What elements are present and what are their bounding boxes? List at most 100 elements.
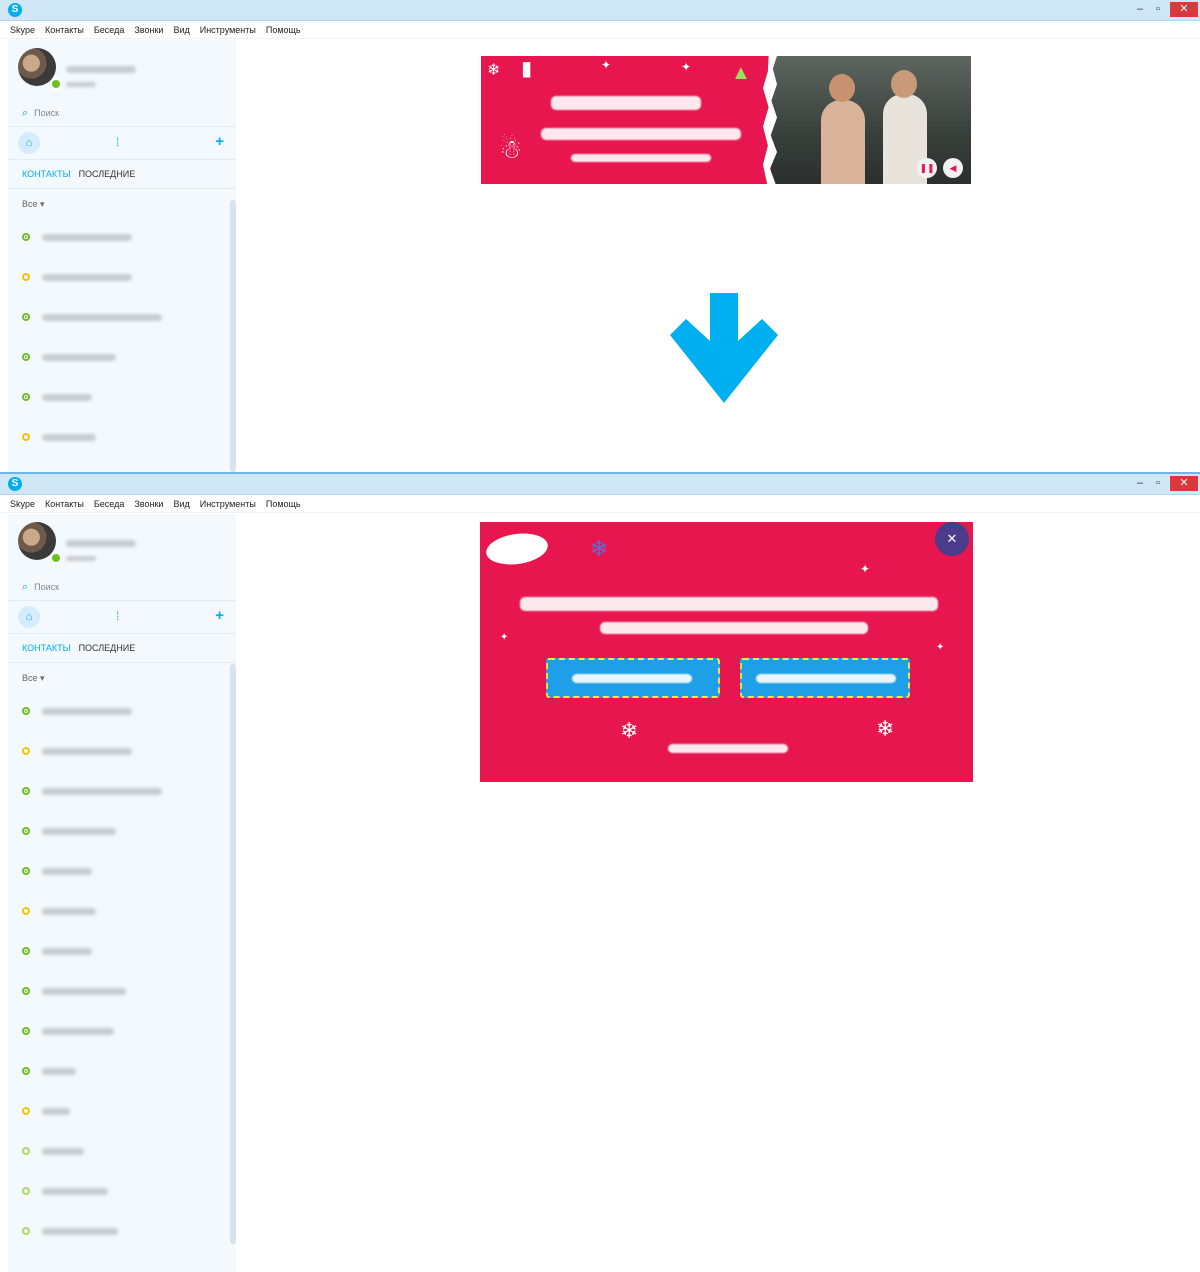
profile-header[interactable]: [8, 514, 236, 574]
menu-help[interactable]: Помощь: [266, 25, 301, 35]
dialpad-icon[interactable]: ⁞: [116, 609, 119, 623]
contact-name-blurred: [42, 1028, 114, 1035]
scrollbar[interactable]: [230, 200, 236, 472]
person-head: [829, 74, 855, 102]
status-online-icon: [22, 787, 30, 795]
contact-item[interactable]: [8, 1093, 236, 1133]
profile-status-blurred: [66, 556, 96, 561]
promo-secondary-button[interactable]: [740, 658, 910, 698]
contact-item[interactable]: [8, 299, 236, 339]
tab-recent[interactable]: ПОСЛЕДНИЕ: [79, 169, 136, 179]
contact-item[interactable]: [8, 733, 236, 773]
menu-skype[interactable]: Skype: [10, 25, 35, 35]
contact-item[interactable]: [8, 419, 236, 459]
maximize-button[interactable]: ▫: [1150, 2, 1166, 17]
status-away-icon: [22, 907, 30, 915]
menu-contacts[interactable]: Контакты: [45, 499, 84, 509]
arrow-down-icon: [670, 293, 778, 403]
tab-recent[interactable]: ПОСЛЕДНИЕ: [79, 643, 136, 653]
contact-item[interactable]: [8, 813, 236, 853]
contact-item[interactable]: [8, 339, 236, 379]
contact-item[interactable]: [8, 773, 236, 813]
close-button[interactable]: ✕: [1170, 2, 1198, 17]
greeting-text-scribble: [541, 128, 741, 140]
contact-item[interactable]: [8, 379, 236, 419]
contacts-filter-dropdown[interactable]: Все ▾: [8, 662, 236, 693]
status-online-icon: [22, 827, 30, 835]
home-icon[interactable]: ⌂: [18, 132, 40, 154]
contact-name-blurred: [42, 868, 92, 875]
contacts-filter-dropdown[interactable]: Все ▾: [8, 188, 236, 219]
contact-item[interactable]: [8, 1133, 236, 1173]
tab-contacts[interactable]: КОНТАКТЫ: [22, 169, 71, 179]
contact-item[interactable]: [8, 973, 236, 1013]
menu-contacts[interactable]: Контакты: [45, 25, 84, 35]
bottle-icon: ▮: [521, 58, 533, 80]
search-icon: ⌕: [22, 580, 29, 593]
menu-bar: Skype Контакты Беседа Звонки Вид Инструм…: [0, 495, 1200, 513]
contact-name-blurred: [42, 908, 96, 915]
menu-calls[interactable]: Звонки: [134, 25, 163, 35]
menu-calls[interactable]: Звонки: [134, 499, 163, 509]
contact-name-blurred: [42, 1108, 70, 1115]
status-offline-icon: [22, 1147, 30, 1155]
menu-help[interactable]: Помощь: [266, 499, 301, 509]
contact-name-blurred: [42, 1148, 84, 1155]
profile-header[interactable]: [8, 40, 236, 100]
contact-item[interactable]: [8, 933, 236, 973]
status-away-icon: [22, 747, 30, 755]
home-icon[interactable]: ⌂: [18, 606, 40, 628]
contact-list: [8, 219, 236, 459]
menu-conversation[interactable]: Беседа: [94, 25, 124, 35]
status-online-icon: [22, 867, 30, 875]
menu-tools[interactable]: Инструменты: [200, 25, 256, 35]
pause-icon[interactable]: ❚❚: [917, 158, 937, 178]
contact-item[interactable]: [8, 1053, 236, 1093]
title-bar: S – ▫ ✕: [0, 474, 1200, 495]
contact-item[interactable]: [8, 1013, 236, 1053]
minimize-button[interactable]: –: [1132, 476, 1148, 491]
contact-name-blurred: [42, 434, 96, 441]
status-online-icon: [22, 353, 30, 361]
status-online-icon: [22, 393, 30, 401]
contact-name-blurred: [42, 828, 116, 835]
search-box[interactable]: ⌕ Поиск: [8, 574, 236, 600]
search-box[interactable]: ⌕ Поиск: [8, 100, 236, 126]
menu-tools[interactable]: Инструменты: [200, 499, 256, 509]
contact-name-blurred: [42, 1228, 118, 1235]
button-label-scribble: [572, 674, 692, 683]
maximize-button[interactable]: ▫: [1150, 476, 1166, 491]
sound-icon[interactable]: ◀: [943, 158, 963, 178]
contact-item[interactable]: [8, 1213, 236, 1253]
add-contact-button[interactable]: +: [215, 133, 224, 150]
status-online-icon: [22, 947, 30, 955]
scrollbar[interactable]: [230, 664, 236, 1244]
contact-item[interactable]: [8, 259, 236, 299]
ad-banner-video[interactable]: ❄ ▮ ▲ ☃ ✦ ✦ ❚❚ ◀: [481, 56, 971, 184]
ad-banner-promo[interactable]: ✕ ❄ ✦ ❄ ❄ ✦ ✦: [480, 522, 973, 782]
skype-icon: S: [8, 477, 22, 491]
contact-name-blurred: [42, 314, 162, 321]
status-online-icon: [22, 1027, 30, 1035]
contact-item[interactable]: [8, 1173, 236, 1213]
dialpad-icon[interactable]: ⁞: [116, 135, 119, 149]
promo-primary-button[interactable]: [546, 658, 720, 698]
menu-skype[interactable]: Skype: [10, 499, 35, 509]
minimize-button[interactable]: –: [1132, 2, 1148, 17]
menu-view[interactable]: Вид: [173, 499, 189, 509]
close-button[interactable]: ✕: [1170, 476, 1198, 491]
contact-name-blurred: [42, 1188, 108, 1195]
title-bar: S – ▫ ✕: [0, 0, 1200, 21]
contact-item[interactable]: [8, 219, 236, 259]
menu-conversation[interactable]: Беседа: [94, 499, 124, 509]
menu-view[interactable]: Вид: [173, 25, 189, 35]
profile-status-blurred: [66, 82, 96, 87]
close-ad-icon[interactable]: ✕: [935, 522, 969, 556]
contact-item[interactable]: [8, 693, 236, 733]
contact-item[interactable]: [8, 853, 236, 893]
contact-item[interactable]: [8, 893, 236, 933]
search-label: Поиск: [34, 582, 60, 592]
add-contact-button[interactable]: +: [215, 607, 224, 624]
tab-contacts[interactable]: КОНТАКТЫ: [22, 643, 71, 653]
status-online-icon: [22, 1067, 30, 1075]
